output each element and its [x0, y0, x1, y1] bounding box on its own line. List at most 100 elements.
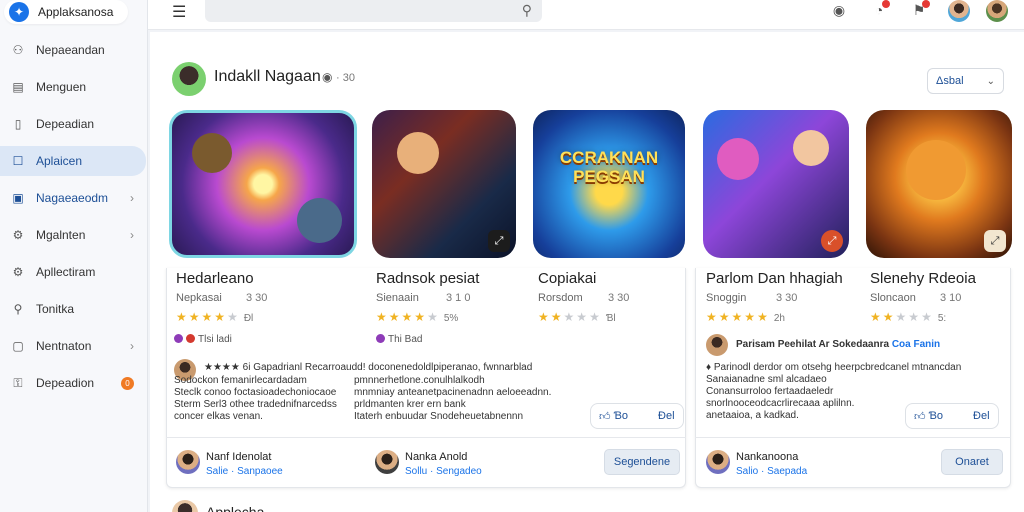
account-avatar[interactable]	[986, 0, 1008, 22]
character-art	[717, 138, 759, 180]
star-rating: ★★★★★ 5:	[870, 310, 946, 324]
star-icon: ★	[870, 310, 883, 324]
author-name[interactable]: Nanka Anold	[405, 451, 467, 463]
chevron-right-icon[interactable]: ›	[130, 191, 134, 205]
author-avatar[interactable]	[375, 450, 399, 474]
search-input[interactable]	[205, 0, 505, 22]
sidebar-item-6[interactable]: ⚙ Apllectiram	[0, 257, 148, 287]
author-name[interactable]: Nankanoona	[736, 451, 798, 463]
author-avatar[interactable]	[176, 450, 200, 474]
follow-button[interactable]: Δsbal ⌄	[927, 68, 1004, 94]
sidebar: ✦ Applaksanosa ⚇ Nepaeandan ▤ Menguen ▯ Depea…	[0, 0, 148, 512]
sidebar-item-7[interactable]: ⚲ Tonitka	[0, 294, 148, 324]
badge-row: Thi Bad	[376, 334, 422, 345]
star-icon: ★	[376, 310, 389, 324]
review-text: Sodockon femanirlecardadam Steclk conoo …	[174, 375, 337, 422]
star-icon: ★	[188, 310, 202, 324]
sidebar-item-9[interactable]: ⚿ Depeadion 0	[0, 368, 148, 398]
app-rating-value: 3 30	[776, 292, 798, 304]
star-empty-icon: ★	[921, 310, 934, 324]
star-icon: ★	[706, 310, 719, 324]
next-developer-name[interactable]: Applecha	[206, 504, 264, 512]
verified-icon: ◉	[322, 70, 333, 84]
flag-icon[interactable]: ⚑	[910, 0, 930, 20]
review-author-link[interactable]: Coa Fanin	[892, 339, 940, 350]
sidebar-item-label: Nepaeandan	[36, 43, 105, 57]
dislike-label[interactable]: Ɖel	[973, 410, 990, 422]
sidebar-item-label: Tonitka	[36, 302, 75, 316]
sidebar-item-label: Nentnaton	[36, 339, 92, 353]
app-title[interactable]: Copiakai	[538, 270, 596, 287]
developer-name[interactable]: Indakll Nagaan	[214, 68, 321, 86]
notification-dot	[882, 0, 890, 8]
app-tile-3[interactable]: CCRAKNAN PEGSAN	[533, 110, 685, 258]
gear-icon: ⚙	[12, 265, 24, 279]
sidebar-item-1[interactable]: ▤ Menguen	[0, 72, 148, 102]
app-developer: Sienaain	[376, 292, 419, 304]
search-bar[interactable]: ⚲	[205, 0, 542, 22]
sidebar-item-label: Aplaicen	[36, 154, 83, 168]
user-avatar[interactable]	[948, 0, 970, 22]
app-tile-2[interactable]: ⤢	[372, 110, 516, 258]
primary-button[interactable]: Onaret	[941, 449, 1003, 475]
chevron-right-icon[interactable]: ›	[130, 339, 134, 353]
app-tile-4[interactable]: ⤢	[703, 110, 849, 258]
divider	[166, 437, 686, 438]
rating-count: 5%	[443, 313, 459, 324]
expand-icon[interactable]: ⤢	[488, 230, 510, 252]
expand-icon[interactable]: ⤢	[821, 230, 843, 252]
app-rating-value: 3 10	[940, 292, 962, 304]
brand[interactable]: ✦ Applaksanosa	[4, 0, 128, 24]
star-empty-icon: ★	[895, 310, 909, 324]
app-rating-value: 3 30	[246, 292, 268, 304]
dislike-label[interactable]: Ɖel	[658, 410, 675, 422]
notification-icon[interactable]: ◔	[870, 0, 890, 20]
app-tile-5[interactable]: ⤢	[866, 110, 1012, 258]
help-icon[interactable]: ◉	[830, 2, 848, 20]
developer-meta: · 30	[336, 72, 355, 84]
sidebar-item-5[interactable]: ⚙ Mgalnten ›	[0, 220, 148, 250]
search-icon[interactable]: ⚲	[522, 2, 532, 19]
sidebar-item-0[interactable]: ⚇ Nepaeandan	[0, 35, 148, 65]
sidebar-item-label: Depeadian	[36, 117, 95, 131]
author-avatar[interactable]	[706, 450, 730, 474]
app-title[interactable]: Radnsok pesiat	[376, 270, 479, 287]
star-icon: ★	[201, 310, 215, 324]
author-sub: Sollu · Sengadeo	[405, 466, 482, 477]
brand-logo-icon: ✦	[9, 2, 29, 22]
secondary-button[interactable]: Segendene	[604, 449, 680, 475]
star-empty-icon: ★	[576, 310, 590, 324]
like-button[interactable]: 👍︎ Ɓo Ɖel	[905, 403, 999, 429]
author-name[interactable]: Nanf Idenolat	[206, 451, 271, 463]
thumbs-up-icon: 👍︎	[599, 410, 611, 423]
tile-title-art: CCRAKNAN PEGSAN	[559, 148, 659, 186]
sidebar-item-3[interactable]: ☐ Aplaicen	[0, 146, 146, 176]
chevron-down-icon[interactable]: ⌄	[987, 76, 995, 87]
rating-count: 5:	[937, 313, 947, 324]
app-title[interactable]: Hedarleano	[176, 270, 254, 287]
app-title[interactable]: Slenehy Rdeoia	[870, 270, 976, 287]
sidebar-item-2[interactable]: ▯ Depeadian	[0, 109, 148, 139]
sidebar-item-label: Menguen	[36, 80, 87, 94]
expand-icon[interactable]: ⤢	[984, 230, 1006, 252]
next-developer-avatar[interactable]	[172, 500, 198, 512]
hamburger-menu-icon[interactable]: ☰	[172, 2, 186, 22]
like-button[interactable]: 👍︎ Ɓo Ɖel	[590, 403, 684, 429]
star-empty-icon: ★	[227, 310, 240, 324]
developer-avatar[interactable]	[172, 62, 206, 96]
sidebar-item-4[interactable]: ▣ Nagaeaeodm ›	[0, 183, 148, 213]
app-developer: Sloncaon	[870, 292, 916, 304]
sidebar-item-label: Nagaeaeodm	[36, 191, 109, 205]
app-title[interactable]: Parlom Dan hhagiah	[706, 270, 843, 287]
star-rating: ★★★★★ Ɖl	[176, 310, 253, 324]
star-icon: ★	[214, 310, 228, 324]
settings-icon: ⚙	[12, 228, 24, 242]
brand-name: Applaksanosa	[38, 5, 114, 19]
reviewer-avatar[interactable]	[706, 334, 728, 356]
review-header: Parisam Peehilat Ar Sokedaanra Coa Fanin	[736, 339, 941, 350]
review-text: pmnnerhetlone.conulhlalkodh mnmniay ante…	[354, 375, 552, 422]
star-icon: ★	[718, 310, 732, 324]
sidebar-item-8[interactable]: ▢ Nentnaton ›	[0, 331, 148, 361]
app-tile-1[interactable]	[169, 110, 357, 258]
chevron-right-icon[interactable]: ›	[130, 228, 134, 242]
